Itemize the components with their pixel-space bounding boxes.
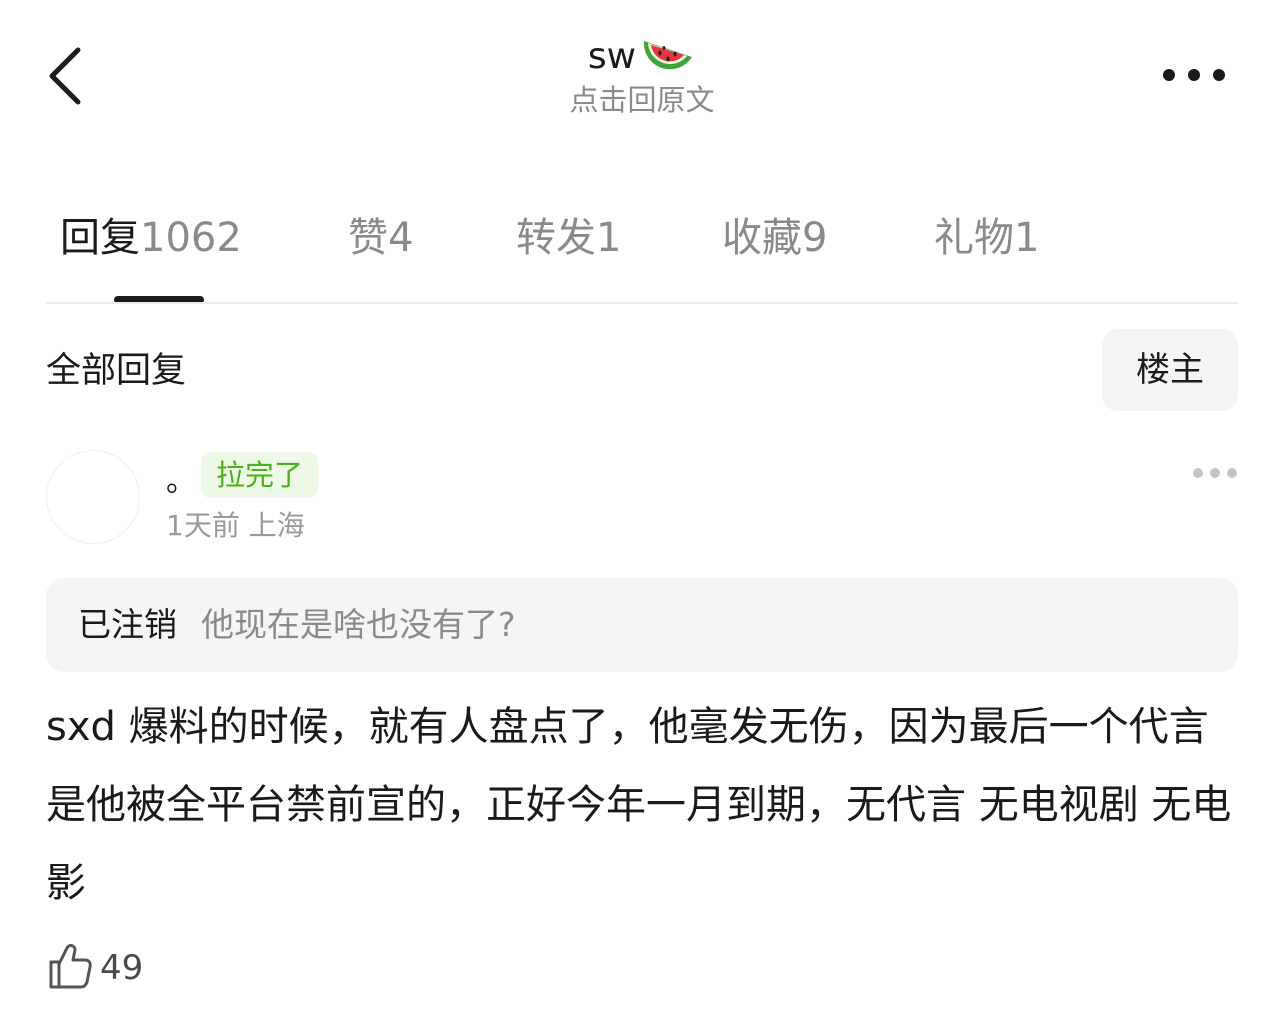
tab-reposts-count: 1 bbox=[596, 215, 622, 261]
comment-time: 1天前 bbox=[166, 509, 240, 542]
comment-meta: 1天前 上海 bbox=[166, 506, 305, 546]
tabs-divider bbox=[46, 302, 1238, 304]
op-only-button[interactable]: 楼主 bbox=[1102, 329, 1238, 411]
comment-location: 上海 bbox=[248, 509, 305, 542]
comment-username[interactable]: 。 bbox=[166, 462, 196, 502]
tab-replies[interactable]: 回复1062 bbox=[60, 206, 242, 270]
like-count: 49 bbox=[100, 948, 144, 988]
quoted-text: 他现在是啥也没有了? bbox=[201, 605, 516, 644]
page-title: sw bbox=[588, 34, 696, 80]
quoted-reply[interactable]: 已注销 他现在是啥也没有了? bbox=[46, 578, 1238, 672]
avatar[interactable] bbox=[46, 450, 140, 544]
tab-likes[interactable]: 赞4 bbox=[348, 206, 413, 270]
tab-reposts[interactable]: 转发1 bbox=[516, 206, 621, 270]
quoted-user: 已注销 bbox=[78, 605, 177, 644]
tab-gifts-count: 1 bbox=[1014, 215, 1040, 261]
tab-gifts[interactable]: 礼物1 bbox=[934, 206, 1039, 270]
title-text: sw bbox=[587, 36, 637, 77]
tab-likes-count: 4 bbox=[388, 215, 414, 261]
comment-more-icon[interactable] bbox=[1192, 464, 1238, 482]
user-badge: 拉完了 bbox=[201, 452, 318, 498]
more-horizontal-icon[interactable] bbox=[1160, 60, 1228, 90]
header-title-block: sw 点击回原文 bbox=[442, 34, 842, 120]
thumbs-up-icon[interactable] bbox=[48, 942, 92, 990]
chevron-left-icon[interactable] bbox=[44, 44, 88, 108]
comment-body: sxd 爆料的时候，就有人盘点了，他毫发无伤，因为最后一个代言是他被全平台禁前宣… bbox=[46, 704, 1232, 906]
tab-favorites-count: 9 bbox=[802, 215, 828, 261]
tab-favorites[interactable]: 收藏9 bbox=[722, 206, 827, 270]
all-replies-title: 全部回复 bbox=[46, 351, 187, 391]
tab-replies-count: 1062 bbox=[140, 215, 242, 261]
tab-bar: 回复1062 赞4 转发1 收藏9 礼物1 bbox=[46, 206, 1238, 276]
watermelon-icon bbox=[643, 41, 693, 70]
back-to-original-link[interactable]: 点击回原文 bbox=[442, 80, 842, 120]
